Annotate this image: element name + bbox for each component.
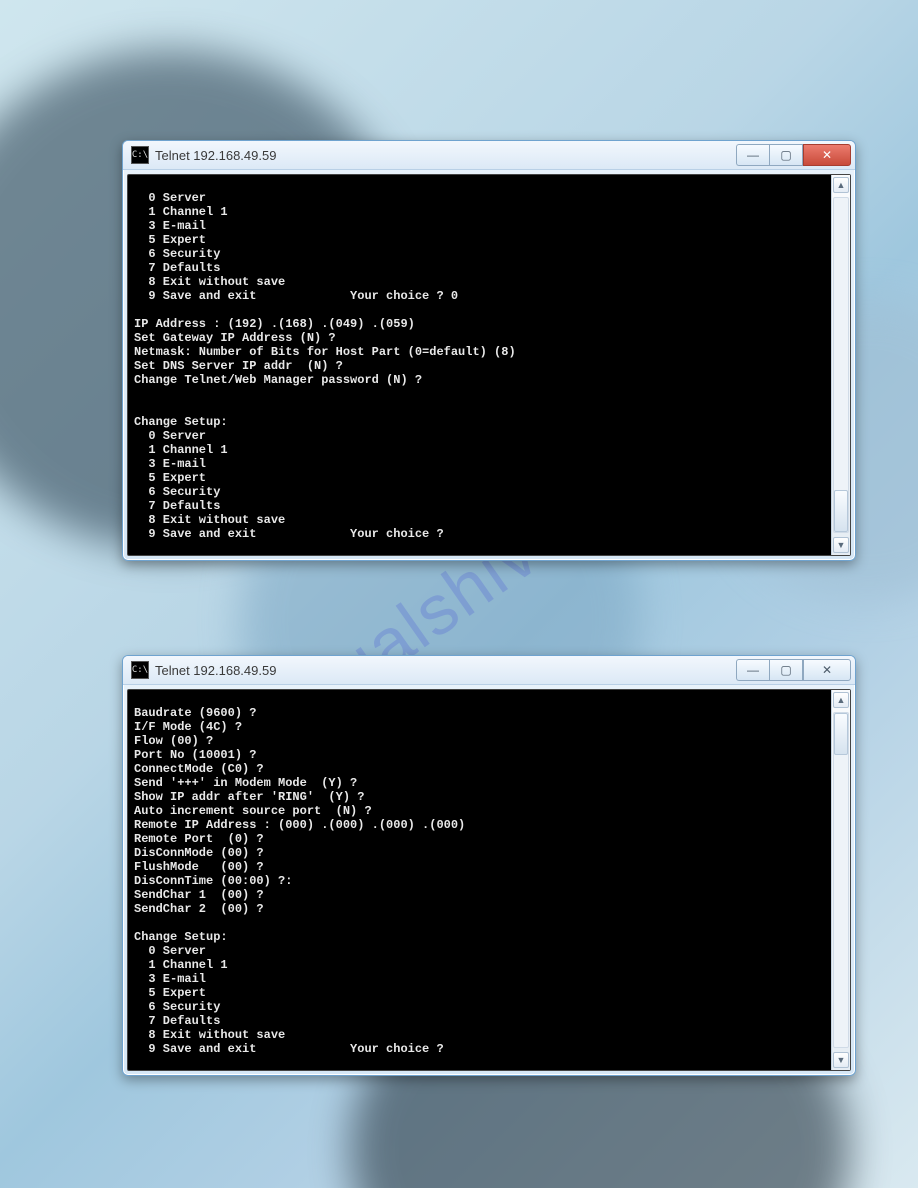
maximize-button[interactable]: ▢ [769, 659, 803, 681]
close-button[interactable]: ✕ [803, 659, 851, 681]
scroll-track[interactable] [833, 712, 849, 1048]
console-area: 0 Server 1 Channel 1 3 E-mail 5 Expert 6… [127, 174, 851, 556]
window-buttons: — ▢ ✕ [736, 659, 853, 681]
scroll-down-button[interactable]: ▼ [833, 537, 849, 553]
close-button[interactable]: ✕ [803, 144, 851, 166]
scroll-track[interactable] [833, 197, 849, 533]
scroll-thumb[interactable] [834, 490, 848, 532]
title-left: C:\ Telnet 192.168.49.59 [131, 661, 276, 679]
page: manualshive.com C:\ Telnet 192.168.49.59… [0, 0, 918, 1188]
telnet-window-2: C:\ Telnet 192.168.49.59 — ▢ ✕ Baudrate … [122, 655, 856, 1076]
window-title: Telnet 192.168.49.59 [155, 148, 276, 163]
telnet-window-1: C:\ Telnet 192.168.49.59 — ▢ ✕ 0 Server … [122, 140, 856, 561]
scroll-down-button[interactable]: ▼ [833, 1052, 849, 1068]
console-output[interactable]: 0 Server 1 Channel 1 3 E-mail 5 Expert 6… [128, 187, 831, 543]
console-area: Baudrate (9600) ? I/F Mode (4C) ? Flow (… [127, 689, 851, 1071]
scroll-thumb[interactable] [834, 713, 848, 755]
title-left: C:\ Telnet 192.168.49.59 [131, 146, 276, 164]
maximize-button[interactable]: ▢ [769, 144, 803, 166]
console-output[interactable]: Baudrate (9600) ? I/F Mode (4C) ? Flow (… [128, 702, 831, 1058]
window-title: Telnet 192.168.49.59 [155, 663, 276, 678]
titlebar[interactable]: C:\ Telnet 192.168.49.59 — ▢ ✕ [123, 141, 855, 170]
scrollbar[interactable]: ▲ ▼ [831, 175, 850, 555]
scroll-up-button[interactable]: ▲ [833, 692, 849, 708]
window-buttons: — ▢ ✕ [736, 144, 853, 166]
cmd-icon: C:\ [131, 661, 149, 679]
cmd-icon: C:\ [131, 146, 149, 164]
minimize-button[interactable]: — [736, 659, 769, 681]
scrollbar[interactable]: ▲ ▼ [831, 690, 850, 1070]
minimize-button[interactable]: — [736, 144, 769, 166]
scroll-up-button[interactable]: ▲ [833, 177, 849, 193]
titlebar[interactable]: C:\ Telnet 192.168.49.59 — ▢ ✕ [123, 656, 855, 685]
